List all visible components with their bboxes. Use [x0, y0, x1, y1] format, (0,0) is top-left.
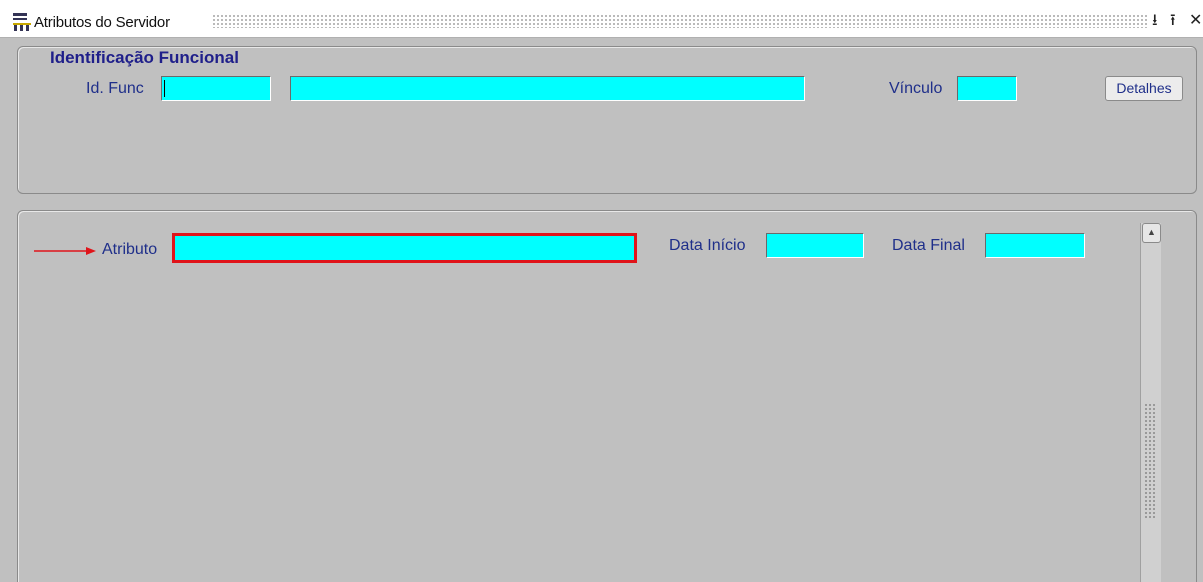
- app-window: Atributos do Servidor ⭳ ⭱ ✕ Identificaçã…: [0, 0, 1203, 582]
- detalhes-button[interactable]: Detalhes: [1105, 76, 1183, 101]
- nome-field[interactable]: [290, 76, 805, 101]
- maximize-icon[interactable]: ⭱: [1170, 13, 1176, 29]
- window-title: Atributos do Servidor: [34, 14, 170, 31]
- scroll-grip[interactable]: [1144, 403, 1156, 518]
- atributo-highlight: [172, 233, 637, 263]
- minimize-icon[interactable]: ⭳: [1152, 13, 1158, 29]
- id-func-field[interactable]: [161, 76, 271, 101]
- red-arrow-icon: [34, 247, 96, 255]
- id-func-label: Id. Func: [86, 80, 144, 97]
- vinculo-field[interactable]: [957, 76, 1017, 101]
- vertical-scrollbar[interactable]: ▲: [1140, 223, 1161, 582]
- data-inicio-label: Data Início: [669, 237, 746, 254]
- vinculo-label: Vínculo: [889, 80, 943, 97]
- identificacao-panel: [17, 46, 1197, 194]
- atributos-panel: [17, 210, 1197, 582]
- text-cursor: [164, 80, 165, 97]
- atributo-label: Atributo: [102, 241, 158, 258]
- scroll-up-icon[interactable]: ▲: [1142, 223, 1161, 243]
- title-bar-texture: [212, 14, 1147, 28]
- title-bar: Atributos do Servidor ⭳ ⭱ ✕: [0, 0, 1203, 38]
- close-icon[interactable]: ✕: [1189, 13, 1202, 29]
- identificacao-caption: Identificação Funcional: [44, 48, 245, 68]
- data-inicio-field[interactable]: [766, 233, 864, 258]
- app-icon: [13, 13, 31, 31]
- data-final-label: Data Final: [892, 237, 965, 254]
- data-final-field[interactable]: [985, 233, 1085, 258]
